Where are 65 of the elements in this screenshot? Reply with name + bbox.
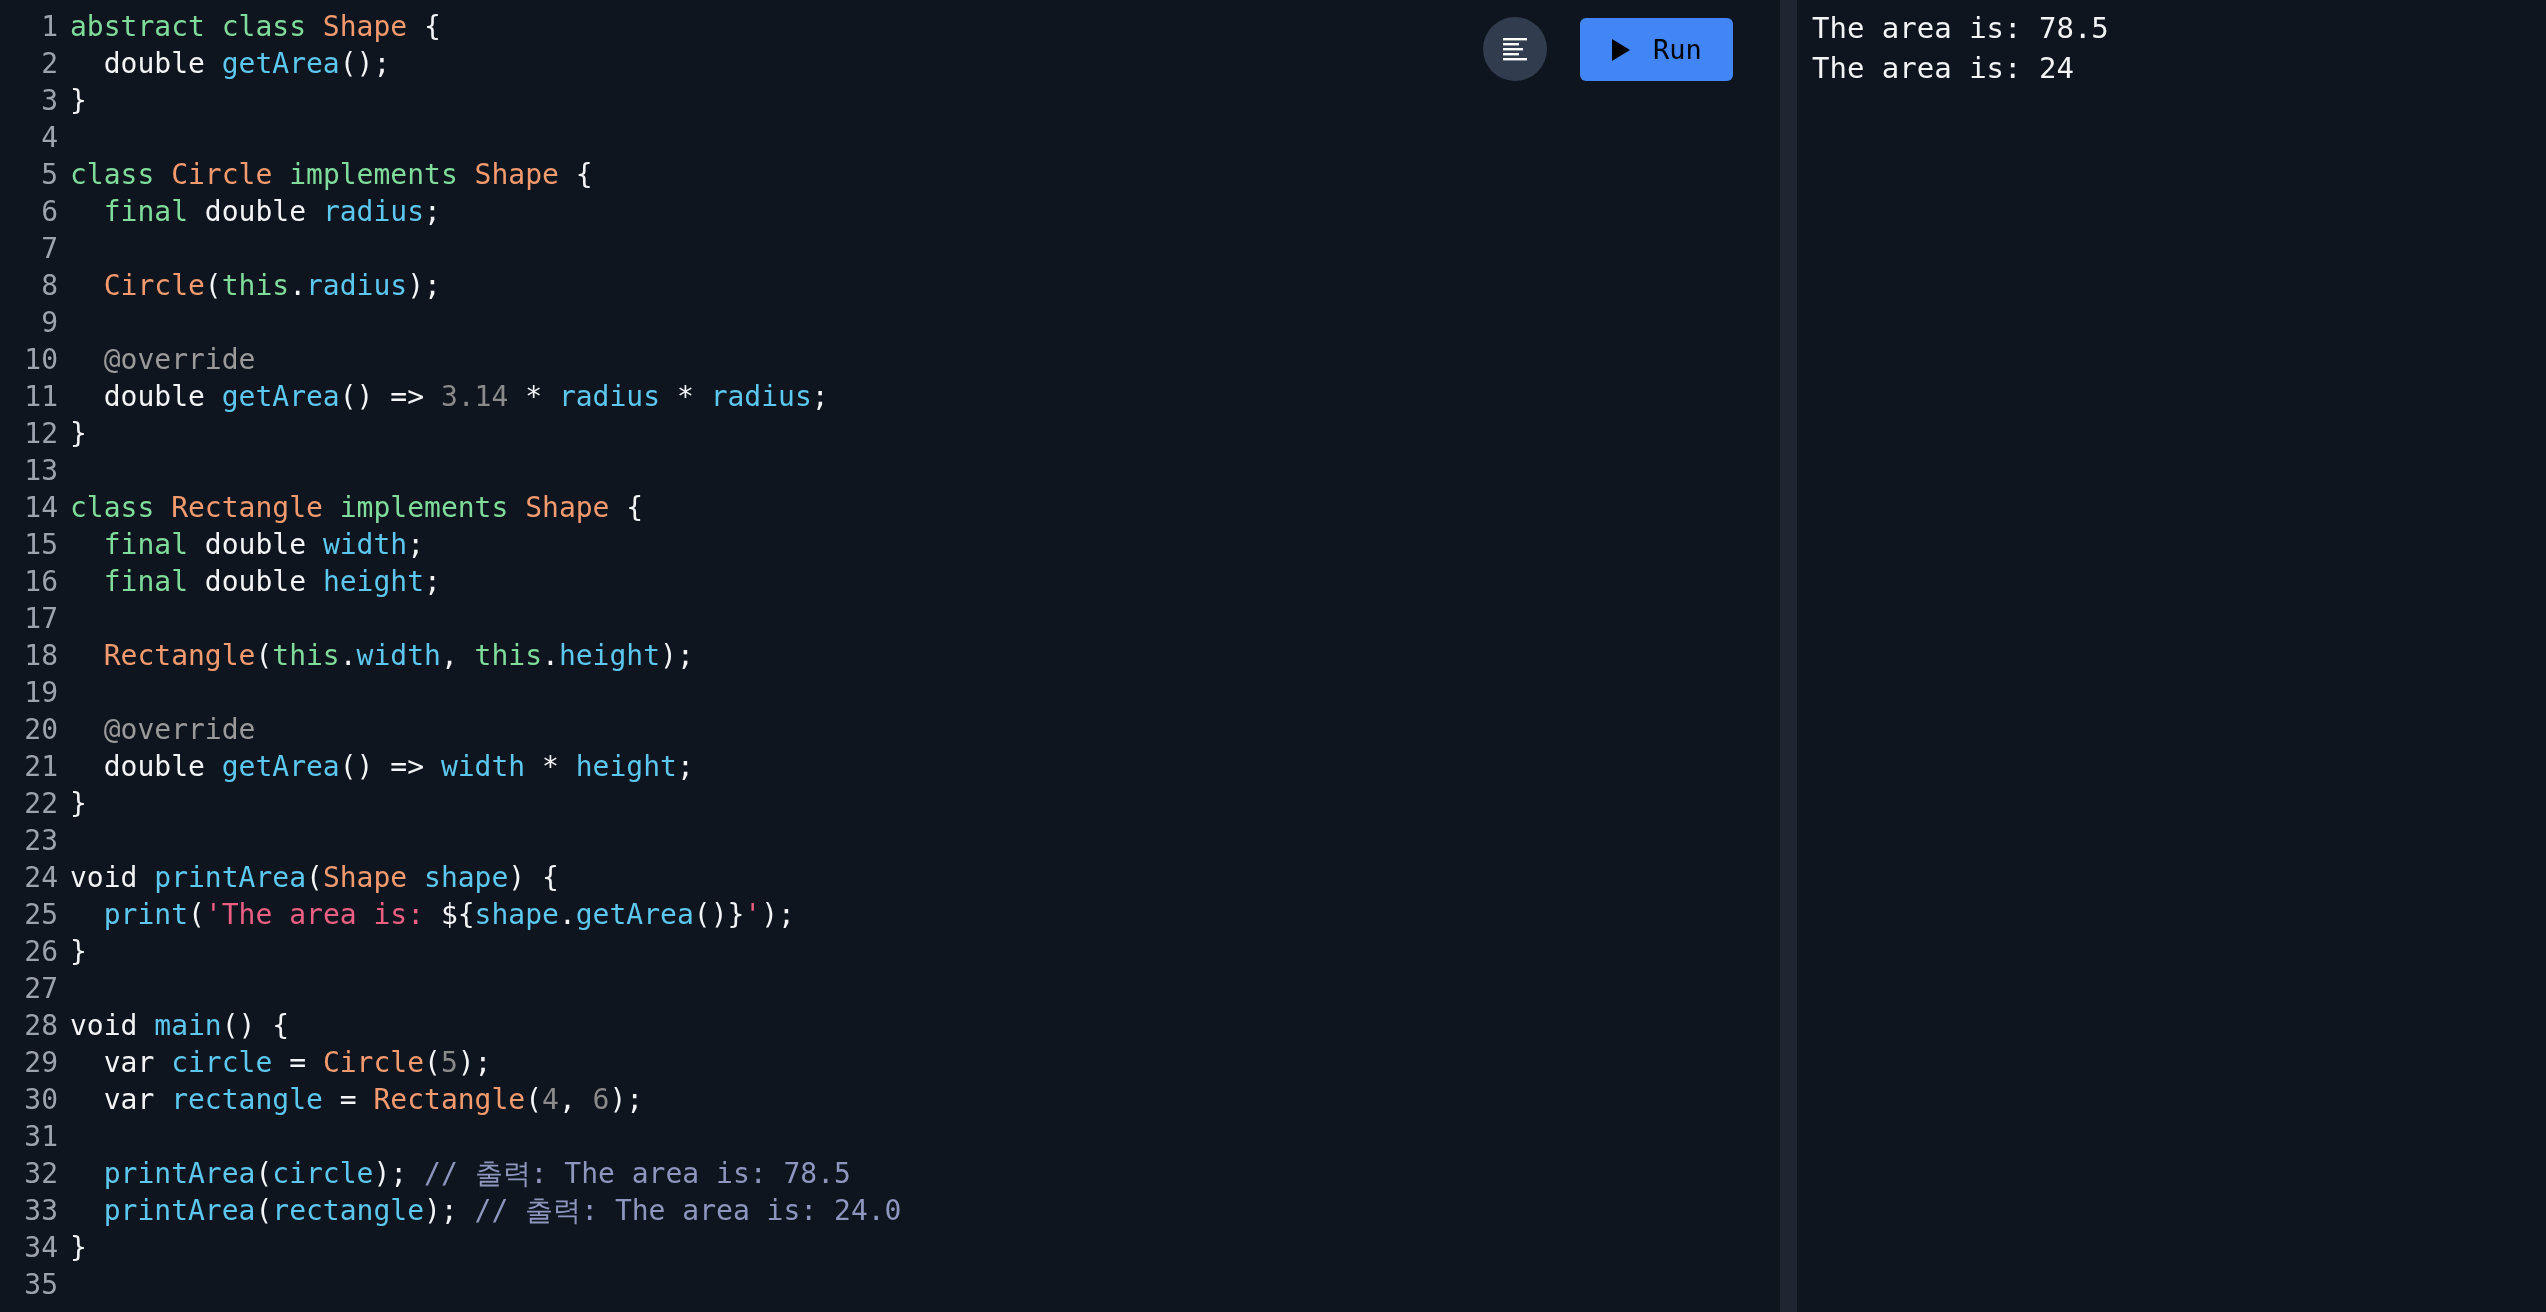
code-line: @override [102,342,256,378]
line-number: 6 [40,194,58,230]
code-line: void printArea(Shape shape) { [70,860,559,896]
code-line: double getArea() => 3.14 * radius * radius; [102,379,829,415]
line-number: 28 [23,1008,58,1044]
line-number: 31 [23,1119,58,1155]
line-number: 18 [23,638,58,674]
line-number: 20 [23,712,58,748]
code-line: print('The area is: ${shape.getArea()}'); [102,897,795,933]
code-line: double getArea() => width * height; [102,749,694,785]
code-line: final double radius; [102,194,441,230]
line-number: 32 [23,1156,58,1192]
line-number: 19 [23,675,58,711]
line-number: 22 [23,786,58,822]
line-number: 12 [23,416,58,452]
line-number: 35 [23,1267,58,1303]
code-line: class Rectangle implements Shape { [70,490,644,526]
code-line: printArea(rectangle); // 출력: The area is: 24.0 [102,1193,902,1229]
code-line: } [70,934,87,970]
line-number: 9 [40,305,58,341]
code-line: Rectangle(this.width, this.height); [102,638,694,674]
line-number: 13 [23,453,58,489]
line-number: 30 [23,1082,58,1118]
line-number: 10 [23,342,58,378]
align-left-icon [1502,36,1528,62]
line-number: 4 [40,120,58,156]
line-number: 3 [40,83,58,119]
line-number: 26 [23,934,58,970]
line-number: 23 [23,823,58,859]
line-number: 24 [23,860,58,896]
code-line: var rectangle = Rectangle(4, 6); [102,1082,644,1118]
line-number: 2 [40,46,58,82]
output-line: The area is: 78.5 [1812,10,2109,47]
line-number: 29 [23,1045,58,1081]
line-number: 25 [23,897,58,933]
line-number: 8 [40,268,58,304]
line-number: 5 [40,157,58,193]
line-number: 21 [23,749,58,785]
run-button[interactable]: Run [1580,18,1733,81]
code-line: printArea(circle); // 출력: The area is: 78.5 [102,1156,851,1192]
code-line: void main() { [70,1008,290,1044]
line-number: 33 [23,1193,58,1229]
play-icon [1611,38,1632,61]
line-number: 14 [23,490,58,526]
line-number: 34 [23,1230,58,1266]
line-number: 27 [23,971,58,1007]
line-number: 1 [40,9,58,45]
output-line: The area is: 24 [1812,50,2074,87]
line-number: 7 [40,231,58,267]
code-line: abstract class Shape { [70,9,441,45]
code-line: } [70,1230,87,1266]
code-line: } [70,786,87,822]
code-line: @override [102,712,256,748]
code-line: } [70,83,87,119]
line-number: 16 [23,564,58,600]
code-line: var circle = Circle(5); [102,1045,492,1081]
code-line: } [70,416,87,452]
code-line: final double width; [102,527,425,563]
line-number: 17 [23,601,58,637]
line-number: 11 [23,379,58,415]
code-line: class Circle implements Shape { [70,157,593,193]
code-line: Circle(this.radius); [102,268,441,304]
code-line: double getArea(); [102,46,391,82]
line-number: 15 [23,527,58,563]
code-line: final double height; [102,564,441,600]
